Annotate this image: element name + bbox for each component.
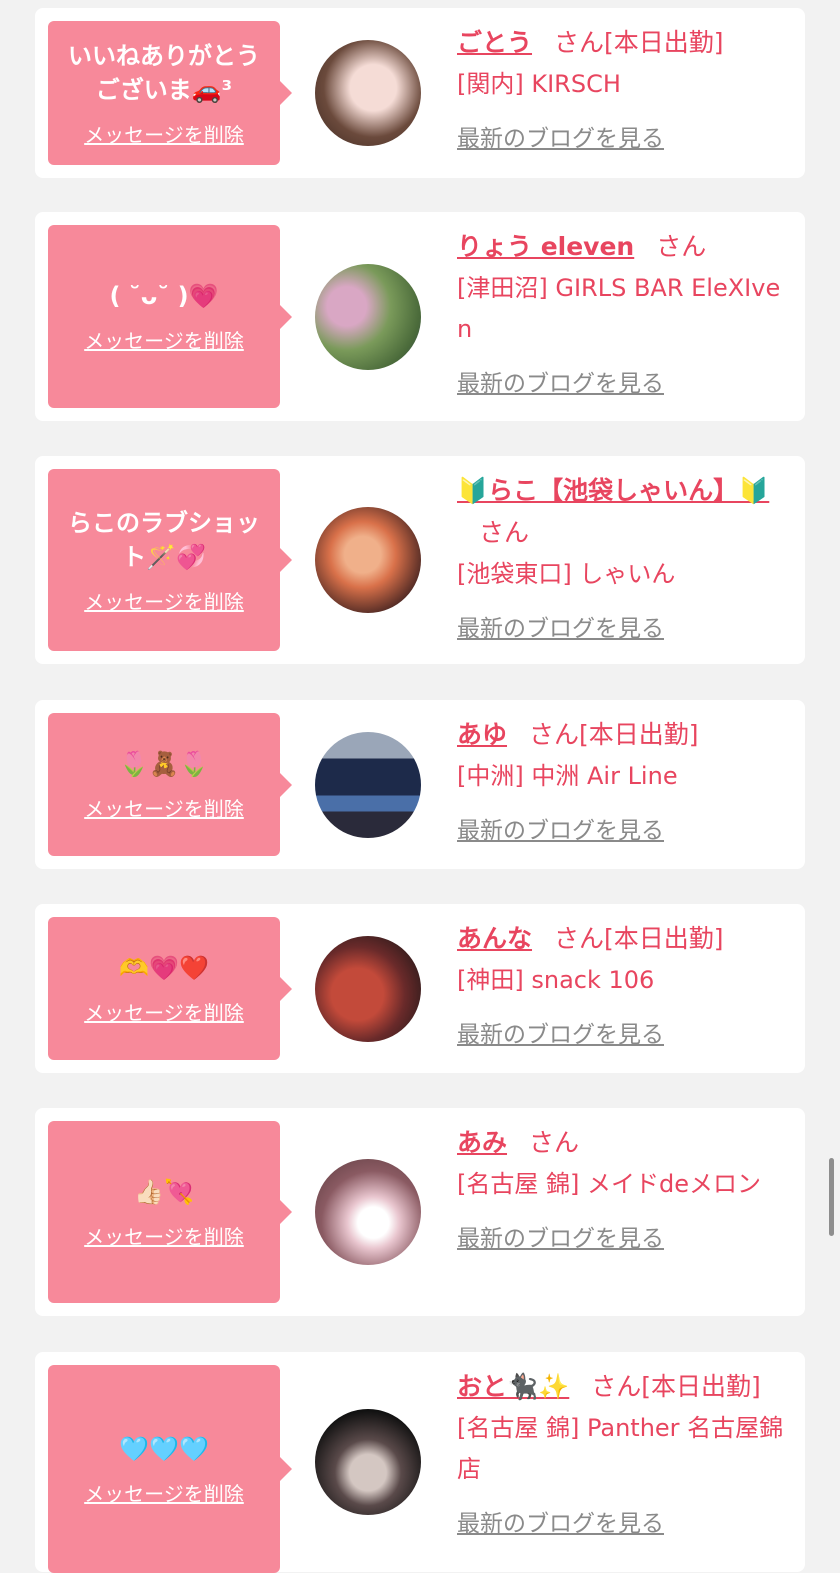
- shop-label: [中洲] 中洲 Air Line: [457, 762, 678, 790]
- san-label: さん: [529, 720, 580, 749]
- san-label: さん: [554, 28, 605, 57]
- message-text: らこのラブショット🪄💞: [68, 508, 260, 571]
- message-text: 🌷🧸🌷: [119, 750, 209, 778]
- shop-label: [名古屋 錦] Panther 名古屋錦店: [457, 1414, 784, 1483]
- san-label: さん: [591, 1372, 642, 1401]
- status-label: [本日出勤]: [604, 924, 724, 953]
- message-bubble: ( ˘ᴗ˘ )💗 メッセージを削除: [48, 225, 292, 408]
- san-label: さん: [529, 1128, 580, 1157]
- delete-message-link[interactable]: メッセージを削除: [84, 1478, 244, 1507]
- message-card: らこのラブショット🪄💞 メッセージを削除 🔰らこ【池袋しゃいん】🔰 さん [池袋東…: [35, 456, 805, 664]
- message-bubble: 🩵🩵🩵 メッセージを削除: [48, 1365, 292, 1573]
- message-bubble: 🫶💗❤️ メッセージを削除: [48, 917, 292, 1060]
- message-card: 👍🏻💘 メッセージを削除 あみ さん [名古屋 錦] メイドdeメロン 最新のブロ…: [35, 1108, 805, 1316]
- girl-name-link[interactable]: りょう eleven: [457, 232, 634, 261]
- delete-message-link[interactable]: メッセージを削除: [84, 325, 244, 354]
- delete-message-link[interactable]: メッセージを削除: [84, 997, 244, 1026]
- message-bubble: 👍🏻💘 メッセージを削除: [48, 1121, 292, 1303]
- shop-label: [神田] snack 106: [457, 966, 655, 994]
- avatar[interactable]: [315, 731, 421, 838]
- message-card: 🩵🩵🩵 メッセージを削除 おと🐈‍⬛✨ さん[本日出勤] [名古屋 錦] Pant…: [35, 1352, 805, 1573]
- message-card: 🌷🧸🌷 メッセージを削除 あゆ さん[本日出勤] [中洲] 中洲 Air Line…: [35, 700, 805, 869]
- message-text: 🩵🩵🩵: [119, 1434, 209, 1463]
- shop-label: [池袋東口] しゃいん: [457, 560, 676, 588]
- message-bubble: らこのラブショット🪄💞 メッセージを削除: [48, 469, 292, 651]
- view-blog-link[interactable]: 最新のブログを見る: [457, 1015, 664, 1049]
- message-card: 🫶💗❤️ メッセージを削除 あんな さん[本日出勤] [神田] snack 106…: [35, 904, 805, 1073]
- status-label: [本日出勤]: [579, 720, 699, 749]
- view-blog-link[interactable]: 最新のブログを見る: [457, 1504, 664, 1538]
- san-label: さん: [656, 232, 707, 261]
- message-card: いいねありがとうございま🚗³ メッセージを削除 ごとう さん[本日出勤] [関内]…: [35, 8, 805, 178]
- view-blog-link[interactable]: 最新のブログを見る: [457, 119, 664, 153]
- shop-label: [津田沼] GIRLS BAR EleXIven: [457, 274, 781, 343]
- message-text: ( ˘ᴗ˘ )💗: [109, 282, 219, 310]
- delete-message-link[interactable]: メッセージを削除: [84, 119, 244, 148]
- avatar[interactable]: [315, 935, 421, 1042]
- avatar[interactable]: [315, 507, 421, 613]
- view-blog-link[interactable]: 最新のブログを見る: [457, 609, 664, 643]
- message-text: 🫶💗❤️: [119, 954, 209, 982]
- girl-name-link[interactable]: あゆ: [457, 720, 507, 749]
- delete-message-link[interactable]: メッセージを削除: [84, 586, 244, 615]
- girl-name-link[interactable]: あんな: [457, 924, 532, 953]
- view-blog-link[interactable]: 最新のブログを見る: [457, 364, 664, 398]
- girl-name-link[interactable]: あみ: [457, 1128, 507, 1157]
- message-bubble: いいねありがとうございま🚗³ メッセージを削除: [48, 21, 292, 165]
- avatar[interactable]: [315, 263, 421, 370]
- delete-message-link[interactable]: メッセージを削除: [84, 793, 244, 822]
- girl-name-link[interactable]: 🔰らこ【池袋しゃいん】🔰: [457, 476, 769, 505]
- avatar[interactable]: [315, 40, 421, 146]
- delete-message-link[interactable]: メッセージを削除: [84, 1221, 244, 1250]
- status-label: [本日出勤]: [604, 28, 724, 57]
- shop-label: [名古屋 錦] メイドdeメロン: [457, 1170, 761, 1198]
- view-blog-link[interactable]: 最新のブログを見る: [457, 811, 664, 845]
- message-card: ( ˘ᴗ˘ )💗 メッセージを削除 りょう eleven さん [津田沼] GIR…: [35, 212, 805, 421]
- status-label: [本日出勤]: [641, 1372, 761, 1401]
- avatar[interactable]: [315, 1159, 421, 1265]
- san-label: さん: [479, 518, 530, 547]
- message-text: いいねありがとうございま🚗³: [68, 41, 260, 104]
- message-bubble: 🌷🧸🌷 メッセージを削除: [48, 713, 292, 856]
- message-list: いいねありがとうございま🚗³ メッセージを削除 ごとう さん[本日出勤] [関内]…: [0, 0, 840, 1573]
- san-label: さん: [554, 924, 605, 953]
- scrollbar[interactable]: [829, 1158, 834, 1236]
- message-text: 👍🏻💘: [134, 1177, 194, 1206]
- shop-label: [関内] KIRSCH: [457, 70, 621, 98]
- view-blog-link[interactable]: 最新のブログを見る: [457, 1219, 664, 1253]
- girl-name-link[interactable]: ごとう: [457, 28, 532, 57]
- girl-name-link[interactable]: おと🐈‍⬛✨: [457, 1372, 569, 1401]
- avatar[interactable]: [315, 1409, 421, 1515]
